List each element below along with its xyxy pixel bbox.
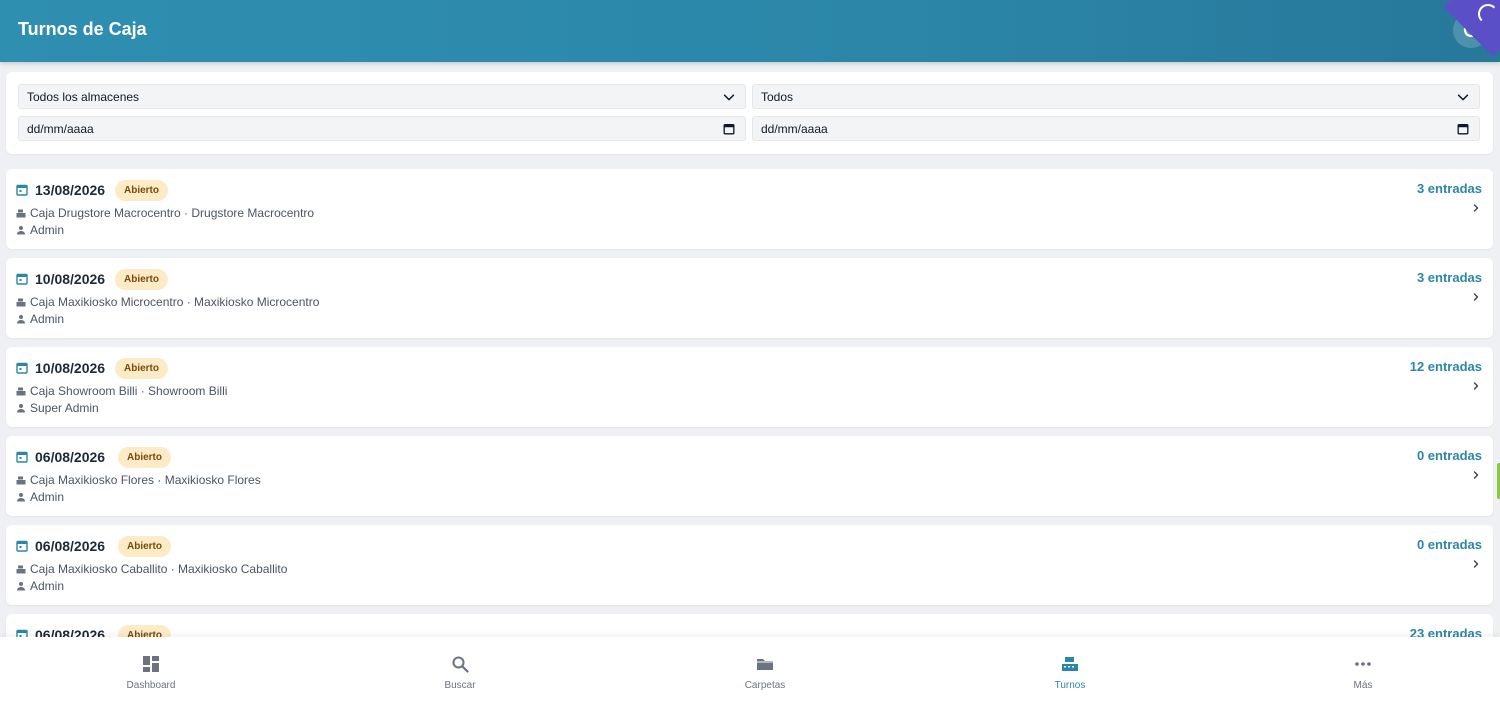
warehouse-select-value: Todos los almacenes — [27, 90, 140, 104]
date-to-input[interactable]: dd/mm/aaaa — [752, 116, 1480, 141]
warehouse-select[interactable]: Todos los almacenes — [18, 84, 746, 109]
shift-card[interactable]: 13/08/2026 Abierto Caja Drugstore Macroc… — [6, 169, 1493, 249]
dashboard-icon — [143, 656, 159, 672]
nav-item-more[interactable]: Más — [1303, 637, 1423, 706]
cash-register-icon — [16, 209, 26, 218]
chevron-right-icon — [1473, 471, 1479, 479]
calendar-icon — [16, 362, 28, 374]
shift-register: Caja Showroom Billi · Showroom Billi — [30, 384, 228, 398]
status-badge: Abierto — [118, 536, 171, 557]
shift-user: Admin — [30, 312, 65, 326]
cash-register-icon — [16, 565, 26, 574]
nav-item-dashboard[interactable]: Dashboard — [91, 637, 211, 706]
date-from-placeholder: dd/mm/aaaa — [27, 122, 94, 136]
cash-register-icon — [16, 476, 26, 485]
shift-entries-count: 3 entradas — [1416, 270, 1482, 285]
chevron-down-icon — [723, 94, 735, 101]
calendar-icon — [16, 273, 28, 285]
shift-date: 10/08/2026 — [35, 360, 106, 376]
chevron-right-icon — [1473, 204, 1479, 212]
shift-user: Super Admin — [30, 401, 99, 415]
bottom-nav: Dashboard Buscar Carpetas Turnos Más — [0, 637, 1500, 706]
shift-date: 13/08/2026 — [35, 182, 106, 198]
chevron-right-icon — [1473, 382, 1479, 390]
chevron-down-icon — [1457, 94, 1469, 101]
shift-card[interactable]: 10/08/2026 Abierto Caja Maxikiosko Micro… — [6, 258, 1493, 338]
shift-register: Caja Maxikiosko Flores · Maxikiosko Flor… — [30, 473, 261, 487]
shift-date: 06/08/2026 — [35, 538, 106, 554]
shift-register: Caja Drugstore Macrocentro · Drugstore M… — [30, 206, 315, 220]
status-badge: Abierto — [115, 269, 168, 290]
cash-register-icon — [16, 298, 26, 307]
user-icon — [17, 315, 25, 324]
filters-panel: Todos los almacenes Todos dd/mm/aaaa dd/… — [6, 72, 1493, 154]
shift-entries-count: 3 entradas — [1416, 181, 1482, 196]
calendar-icon — [16, 451, 28, 463]
date-to-placeholder: dd/mm/aaaa — [761, 122, 828, 136]
folder-icon — [757, 659, 773, 670]
user-icon — [17, 582, 25, 591]
shift-register: Caja Maxikiosko Microcentro · Maxikiosko… — [30, 295, 320, 309]
shift-date: 10/08/2026 — [35, 271, 106, 287]
shift-entries-count: 0 entradas — [1416, 537, 1482, 552]
shift-card[interactable]: 06/08/2026 Abierto Caja Maxikiosko Flore… — [6, 436, 1493, 516]
nav-label-folders: Carpetas — [744, 680, 786, 691]
app-header: Turnos de Caja — [0, 0, 1500, 62]
nav-label-search: Buscar — [444, 680, 476, 691]
user-icon — [17, 493, 25, 502]
shift-register: Caja Maxikiosko Caballito · Maxikiosko C… — [30, 562, 288, 576]
page-title: Turnos de Caja — [18, 19, 147, 39]
status-badge: Abierto — [118, 447, 171, 468]
user-icon — [17, 404, 25, 413]
shift-card[interactable]: 10/08/2026 Abierto Caja Showroom Billi ·… — [6, 347, 1493, 427]
shift-date: 06/08/2026 — [35, 449, 106, 465]
chevron-right-icon — [1473, 560, 1479, 568]
nav-label-shifts: Turnos — [1054, 680, 1086, 691]
nav-item-search[interactable]: Buscar — [400, 637, 520, 706]
nav-label-dashboard: Dashboard — [126, 680, 176, 691]
status-badge: Abierto — [115, 180, 168, 201]
nav-item-folders[interactable]: Carpetas — [705, 637, 825, 706]
shift-card[interactable]: 06/08/2026 Abierto Caja Maxikiosko Cabal… — [6, 525, 1493, 605]
date-from-input[interactable]: dd/mm/aaaa — [18, 116, 746, 141]
shift-user: Admin — [30, 490, 65, 504]
calendar-icon — [16, 540, 28, 552]
shift-user: Admin — [30, 579, 65, 593]
cash-register-icon — [16, 387, 26, 396]
shift-entries-count: 12 entradas — [1409, 359, 1482, 374]
chevron-right-icon — [1473, 293, 1479, 301]
status-badge: Abierto — [115, 358, 168, 379]
user-icon — [17, 226, 25, 235]
status-select-value: Todos — [761, 90, 794, 104]
calendar-icon[interactable] — [1456, 122, 1470, 136]
status-select[interactable]: Todos — [752, 84, 1480, 109]
search-icon — [452, 656, 469, 673]
loading-spinner-icon — [1478, 4, 1498, 24]
shift-user: Admin — [30, 223, 65, 237]
nav-item-shifts[interactable]: Turnos — [1010, 637, 1130, 706]
shift-entries-count: 0 entradas — [1416, 448, 1482, 463]
more-horizontal-icon — [1355, 662, 1371, 666]
calendar-icon — [16, 184, 28, 196]
loading-ribbon — [1440, 0, 1500, 62]
cash-register-icon — [1062, 657, 1078, 671]
nav-label-more: Más — [1353, 680, 1373, 691]
calendar-icon[interactable] — [722, 122, 736, 136]
